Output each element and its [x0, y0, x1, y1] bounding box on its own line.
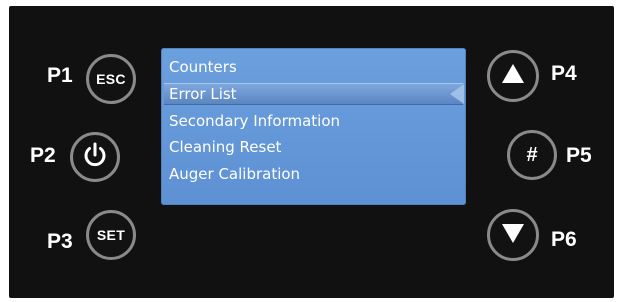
menu-item-error-list[interactable]: Error List	[169, 84, 237, 104]
triangle-down-icon	[500, 221, 526, 250]
p3-label: P3	[47, 230, 73, 253]
power-button[interactable]	[70, 132, 120, 182]
hash-button-label: #	[526, 143, 538, 166]
device-frame: P1 ESC P2 P3 SET Counters Error List Sec…	[0, 0, 617, 302]
p5-label: P5	[566, 144, 592, 167]
down-button[interactable]	[487, 209, 539, 261]
triangle-up-icon	[500, 62, 526, 91]
menu-item-secondary-information[interactable]: Secondary Information	[169, 111, 340, 131]
hash-button[interactable]: #	[507, 130, 557, 180]
menu-item-counters[interactable]: Counters	[169, 57, 237, 77]
menu-item-auger-calibration[interactable]: Auger Calibration	[169, 164, 300, 184]
power-icon	[82, 141, 108, 174]
esc-button[interactable]: ESC	[86, 54, 136, 104]
set-button[interactable]: SET	[86, 210, 136, 260]
p6-label: P6	[551, 228, 577, 251]
control-panel: P1 ESC P2 P3 SET Counters Error List Sec…	[9, 6, 614, 298]
p4-label: P4	[551, 62, 577, 85]
p1-label: P1	[47, 64, 73, 87]
up-button[interactable]	[487, 50, 539, 102]
set-button-label: SET	[96, 227, 126, 243]
esc-button-label: ESC	[96, 71, 126, 87]
p2-label: P2	[30, 144, 56, 167]
display-screen: Counters Error List Secondary Informatio…	[161, 48, 466, 205]
menu-item-cleaning-reset[interactable]: Cleaning Reset	[169, 137, 281, 157]
